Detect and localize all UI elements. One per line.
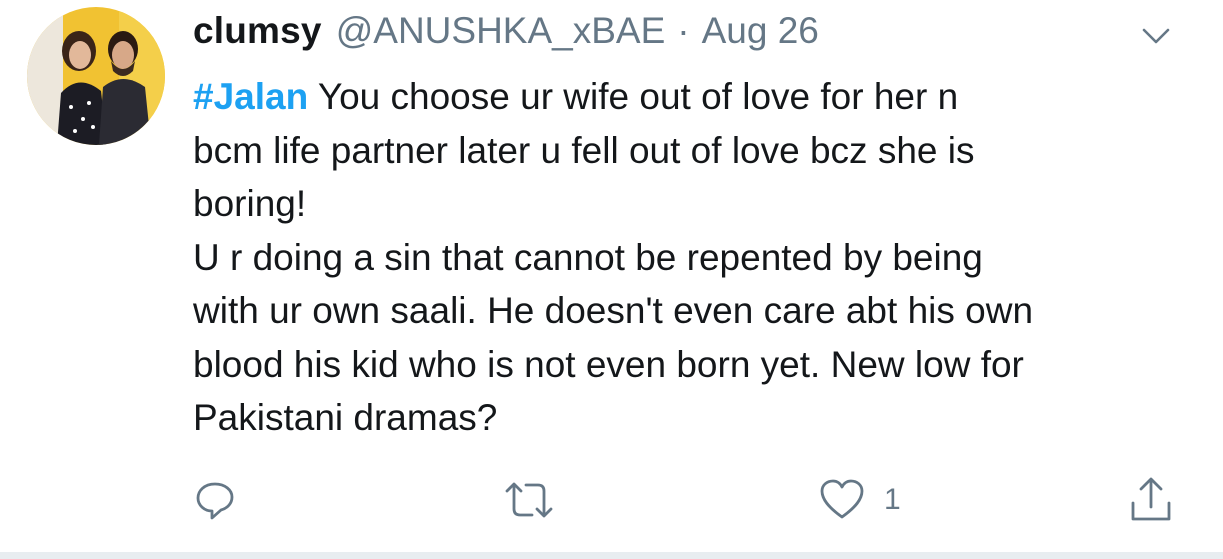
share-icon [1128, 475, 1174, 525]
reply-icon [192, 477, 238, 523]
divider [0, 552, 1223, 559]
like-count: 1 [884, 483, 901, 516]
separator-dot: · [677, 10, 690, 51]
retweet-button[interactable] [502, 470, 556, 530]
like-button[interactable]: 1 [818, 470, 901, 530]
tweet-text-segment: You choose ur wife out of love for her n [308, 76, 959, 117]
tweet-header: clumsy @ANUSHKA_xBAE · Aug 26 [193, 10, 819, 60]
tweet-text-line: boring! [193, 183, 307, 224]
tweet-text-line: blood his kid who is not even born yet. … [193, 343, 1024, 385]
author-name[interactable]: clumsy [193, 10, 322, 52]
tweet-text-line: bcm life partner later u fell out of lov… [193, 129, 975, 171]
hashtag-link[interactable]: #Jalan [193, 76, 308, 117]
tweet-card[interactable]: clumsy @ANUSHKA_xBAE · Aug 26 #Jalan You… [0, 0, 1223, 552]
reply-button[interactable] [192, 470, 238, 530]
avatar-photo [27, 7, 165, 145]
tweet-text-line: Pakistani dramas? [193, 397, 498, 438]
action-bar: 1 [0, 470, 1223, 530]
tweet-text: #Jalan You choose ur wife out of love fo… [193, 70, 1193, 445]
tweet-date[interactable]: Aug 26 [702, 10, 819, 52]
avatar[interactable] [27, 7, 165, 145]
author-handle[interactable]: @ANUSHKA_xBAE [336, 10, 666, 52]
heart-icon [818, 477, 866, 523]
tweet-text-line: #Jalan You choose ur wife out of love fo… [193, 70, 1193, 124]
tweet-text-line: U r doing a sin that cannot be repented … [193, 236, 983, 278]
share-button[interactable] [1128, 470, 1174, 530]
tweet-text-line: with ur own saali. He doesn't even care … [193, 290, 1034, 331]
chevron-down-icon[interactable] [1138, 22, 1174, 50]
retweet-icon [502, 477, 556, 523]
